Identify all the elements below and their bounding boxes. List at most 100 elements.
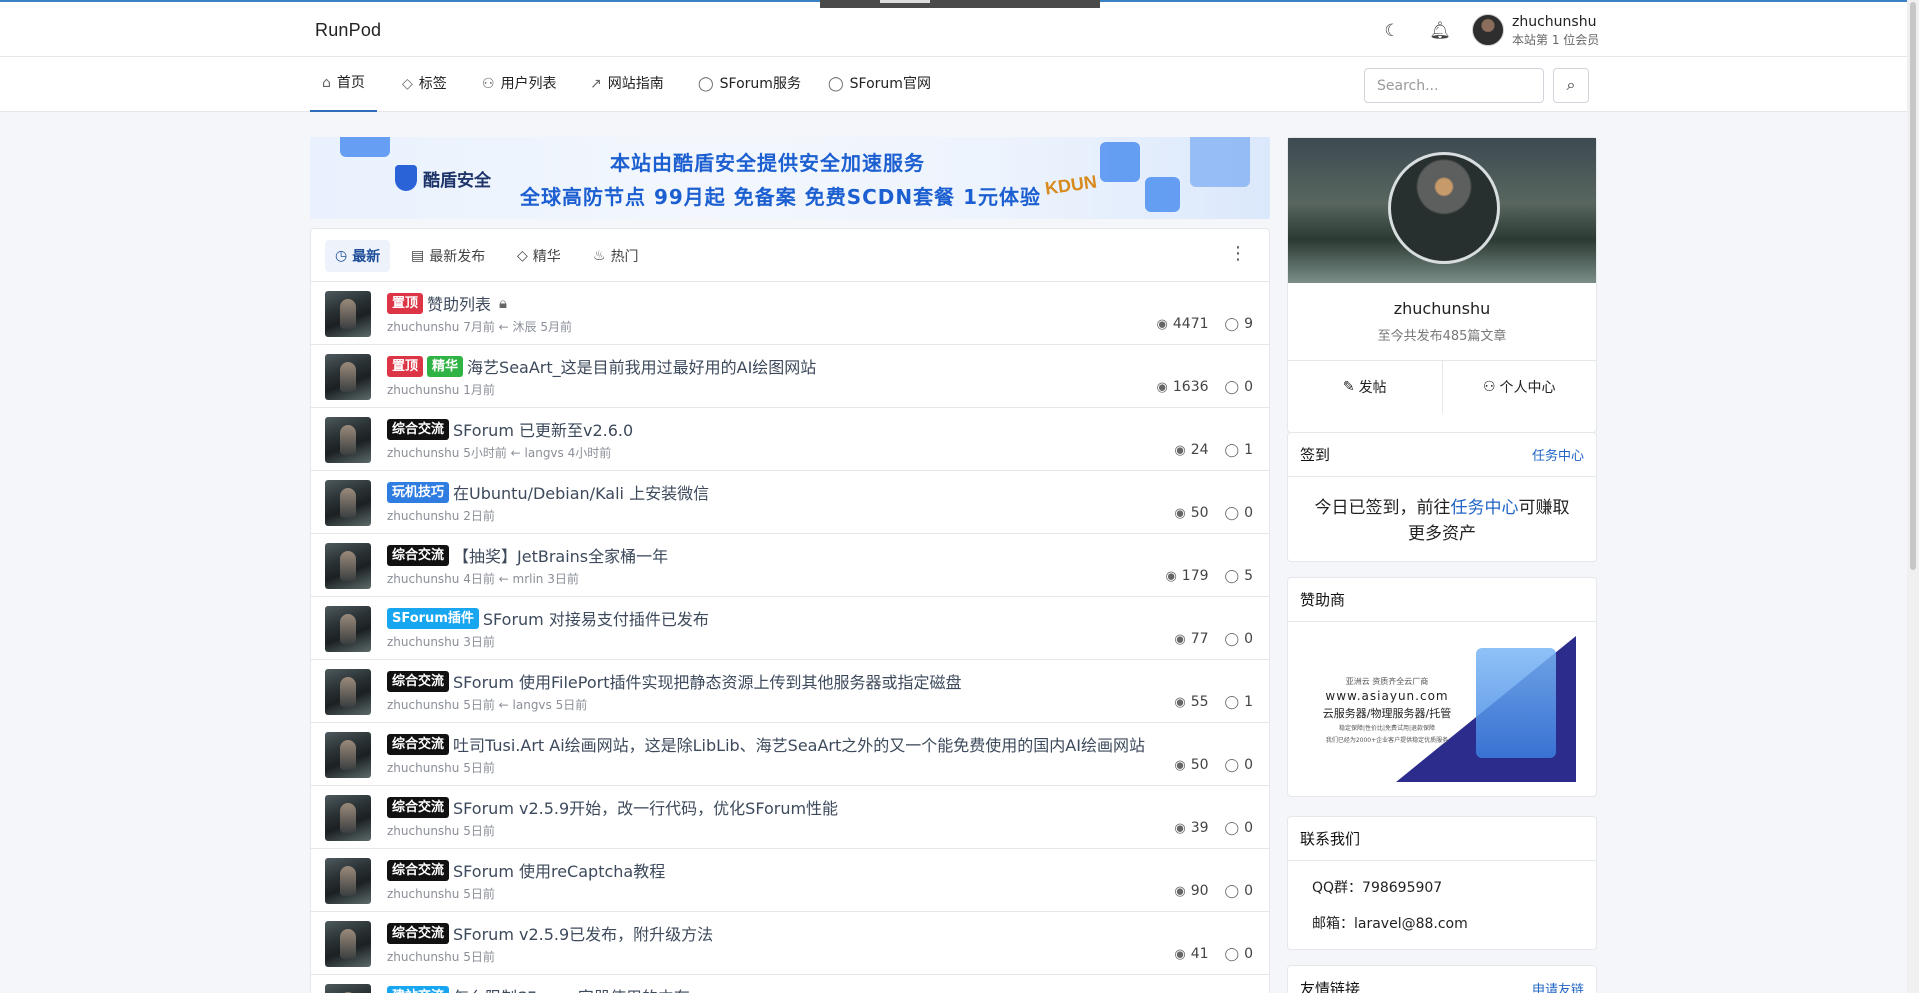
post-row[interactable]: 建站交流怎么限制SForum容器使用的内存 — [311, 975, 1269, 993]
post-tag[interactable]: 建站交流 — [387, 985, 450, 993]
post-title[interactable]: SForum 使用reCaptcha教程 — [453, 858, 665, 882]
post-row[interactable]: 置顶 精华 海艺SeaArt_这是目前我用过最好用的AI绘图网站 zhuchunshu… — [311, 345, 1269, 408]
ad-small-text: 稳定保障|性价比|免费试用|退款保障 — [1338, 725, 1436, 732]
scrollbar-thumb[interactable] — [1910, 2, 1916, 570]
post-stats: ◉ 41 ◯ 0 — [1174, 946, 1253, 962]
post-row[interactable]: 玩机技巧 在Ubuntu/Debian/Kali 上安装微信 zhuchunshu … — [311, 471, 1269, 534]
view-count: ◉ 90 — [1174, 883, 1208, 899]
comment-count: ◯ 1 — [1225, 694, 1253, 710]
more-icon[interactable]: ⋮ — [1229, 243, 1247, 264]
post-row[interactable]: 综合交流 SForum v2.5.9已发布，附升级方法 zhuchunshu 5日前… — [311, 912, 1269, 975]
user-sub: 本站第 1 位会员 — [1512, 33, 1600, 47]
bell-icon[interactable]: 🔔︎ — [1429, 20, 1451, 42]
post-stats: ◉ 90 ◯ 0 — [1174, 883, 1253, 899]
author-avatar[interactable] — [325, 417, 371, 463]
tab-label: 最新发布 — [429, 249, 486, 265]
post-title[interactable]: 在Ubuntu/Debian/Kali 上安装微信 — [453, 480, 709, 504]
nav-item-home[interactable]: ⌂ 首页 — [310, 57, 377, 112]
nav-item-official[interactable]: ◯ SForum官网 — [828, 57, 931, 112]
author-avatar[interactable] — [325, 795, 371, 841]
ad-top-text: 亚洲云 资质齐全云厂商 — [1345, 677, 1429, 686]
post-title[interactable]: SForum v2.5.9已发布，附升级方法 — [453, 921, 713, 945]
moon-icon[interactable]: ☾ — [1381, 20, 1403, 42]
post-tag[interactable]: SForum插件 — [387, 607, 479, 629]
tab-hot[interactable]: ♨ 热门 — [583, 240, 649, 272]
sponsor-card: 赞助商 亚洲云 资质齐全云厂商 www.asiayun.com 云服务器/物理服… — [1287, 577, 1597, 797]
post-tag[interactable]: 置顶 — [387, 355, 424, 377]
author-avatar[interactable] — [325, 984, 371, 993]
task-center-link[interactable]: 任务中心 — [1532, 445, 1584, 464]
nav-item-service[interactable]: ◯ SForum服务 — [698, 57, 801, 112]
checkin-text: 今日已签到，前往任务中心可赚取更多资产 — [1288, 477, 1596, 565]
post-tag[interactable]: 综合交流 — [387, 670, 450, 692]
post-title[interactable]: SForum v2.5.9开始，改一行代码，优化SForum性能 — [453, 795, 838, 819]
avatar[interactable] — [1472, 14, 1504, 46]
comment-count-value: 0 — [1244, 883, 1253, 899]
author-avatar[interactable] — [325, 858, 371, 904]
post-row[interactable]: 综合交流 SForum 已更新至v2.6.0 zhuchunshu 5小时前 ← l… — [311, 408, 1269, 471]
post-title[interactable]: SForum 使用FilePort插件实现把静态资源上传到其他服务器或指定磁盘 — [453, 669, 961, 693]
post-tag[interactable]: 综合交流 — [387, 796, 450, 818]
author-avatar[interactable] — [325, 543, 371, 589]
tab-latest[interactable]: ◷ 最新 — [325, 240, 391, 272]
post-tag[interactable]: 玩机技巧 — [387, 481, 450, 503]
post-title[interactable]: 吐司Tusi.Art Ai绘画网站，这是除LibLib、海艺SeaArt之外的又… — [453, 732, 1145, 756]
post-row[interactable]: SForum插件 SForum 对接易支付插件已发布 zhuchunshu 3日前 ◉… — [311, 597, 1269, 660]
post-tag[interactable]: 置顶 — [387, 292, 424, 314]
post-row[interactable]: 综合交流 SForum 使用FilePort插件实现把静态资源上传到其他服务器或指… — [311, 660, 1269, 723]
author-avatar[interactable] — [325, 606, 371, 652]
comment-count-value: 0 — [1244, 379, 1253, 395]
post-row[interactable]: 综合交流 吐司Tusi.Art Ai绘画网站，这是除LibLib、海艺SeaArt… — [311, 723, 1269, 786]
post-tag[interactable]: 综合交流 — [387, 733, 450, 755]
author-avatar[interactable] — [325, 291, 371, 337]
banner-brand: 酷盾安全 — [395, 165, 491, 191]
post-title[interactable]: SForum 已更新至v2.6.0 — [453, 417, 633, 441]
sponsor-ad[interactable]: 亚洲云 资质齐全云厂商 www.asiayun.com 云服务器/物理服务器/托… — [1308, 636, 1576, 782]
comment-count-value: 5 — [1244, 568, 1253, 584]
post-title[interactable]: SForum 对接易支付插件已发布 — [483, 606, 709, 630]
profile-avatar[interactable] — [1388, 152, 1500, 264]
post-row[interactable]: 综合交流 SForum v2.5.9开始，改一行代码，优化SForum性能 zhuc… — [311, 786, 1269, 849]
tab-featured[interactable]: ◇ 精华 — [507, 240, 571, 272]
scrollbar[interactable] — [1907, 0, 1919, 993]
post-tag[interactable]: 综合交流 — [387, 859, 450, 881]
sponsor-banner[interactable]: 酷盾安全 本站由酷盾安全提供安全加速服务 全球高防节点 99月起 免备案 免费S… — [310, 137, 1270, 219]
nav-item-tags[interactable]: ◇ 标签 — [402, 57, 447, 112]
view-count-value: 1636 — [1172, 379, 1209, 395]
author-avatar[interactable] — [325, 732, 371, 778]
contact-title: 联系我们 — [1300, 830, 1361, 848]
nav-item-users[interactable]: ⚇ 用户列表 — [482, 57, 557, 112]
post-row[interactable]: 综合交流 SForum 使用reCaptcha教程 zhuchunshu 5日前 ◉ 9… — [311, 849, 1269, 912]
post-tag[interactable]: 综合交流 — [387, 544, 450, 566]
author-avatar[interactable] — [325, 669, 371, 715]
author-avatar[interactable] — [325, 480, 371, 526]
author-avatar[interactable] — [325, 921, 371, 967]
post-title[interactable]: 赞助列表 — [427, 291, 491, 315]
user-center-button[interactable]: ⚇ 个人中心 — [1441, 361, 1597, 413]
post-title-line: 玩机技巧 在Ubuntu/Debian/Kali 上安装微信 — [387, 480, 709, 504]
post-row[interactable]: 置顶 赞助列表 🔒︎ zhuchunshu 7月前 ← 沐辰 5月前 ◉ 4471 ◯ 9 — [311, 282, 1269, 345]
post-tag[interactable]: 精华 — [427, 355, 464, 377]
user-menu[interactable]: zhuchunshu 本站第 1 位会员 — [1512, 14, 1599, 48]
author-avatar[interactable] — [325, 354, 371, 400]
tab-newest[interactable]: ▤ 最新发布 — [401, 240, 495, 272]
checkin-card: 签到 任务中心 今日已签到，前往任务中心可赚取更多资产 — [1287, 432, 1597, 562]
search-button[interactable]: ⌕ — [1553, 68, 1589, 103]
search-input[interactable] — [1364, 68, 1544, 103]
post-tag[interactable]: 综合交流 — [387, 418, 450, 440]
button-label: 个人中心 — [1499, 380, 1556, 396]
post-title[interactable]: 【抽奖】JetBrains全家桶一年 — [453, 543, 668, 567]
comment-icon: ◯ — [1224, 442, 1240, 458]
task-center-inline-link[interactable]: 任务中心 — [1451, 498, 1519, 518]
site-logo[interactable]: RunPod — [315, 20, 381, 41]
post-tag[interactable]: 综合交流 — [387, 922, 450, 944]
post-tabs: ◷ 最新 ▤ 最新发布 ◇ 精华 ♨ 热门 ⋮ — [311, 229, 1269, 282]
checkin-text-a: 今日已签到，前往 — [1314, 498, 1451, 518]
post-row[interactable]: 综合交流 【抽奖】JetBrains全家桶一年 zhuchunshu 4日前 ← m… — [311, 534, 1269, 597]
nav-item-guide[interactable]: ↗ 网站指南 — [590, 57, 664, 112]
new-post-button[interactable]: ✎ 发帖 — [1288, 361, 1442, 413]
post-title[interactable]: 海艺SeaArt_这是目前我用过最好用的AI绘图网站 — [467, 354, 816, 378]
profile-name[interactable]: zhuchunshu — [1288, 299, 1596, 318]
post-title[interactable]: 怎么限制SForum容器使用的内存 — [453, 984, 690, 993]
apply-link[interactable]: 申请友链 — [1532, 979, 1584, 993]
